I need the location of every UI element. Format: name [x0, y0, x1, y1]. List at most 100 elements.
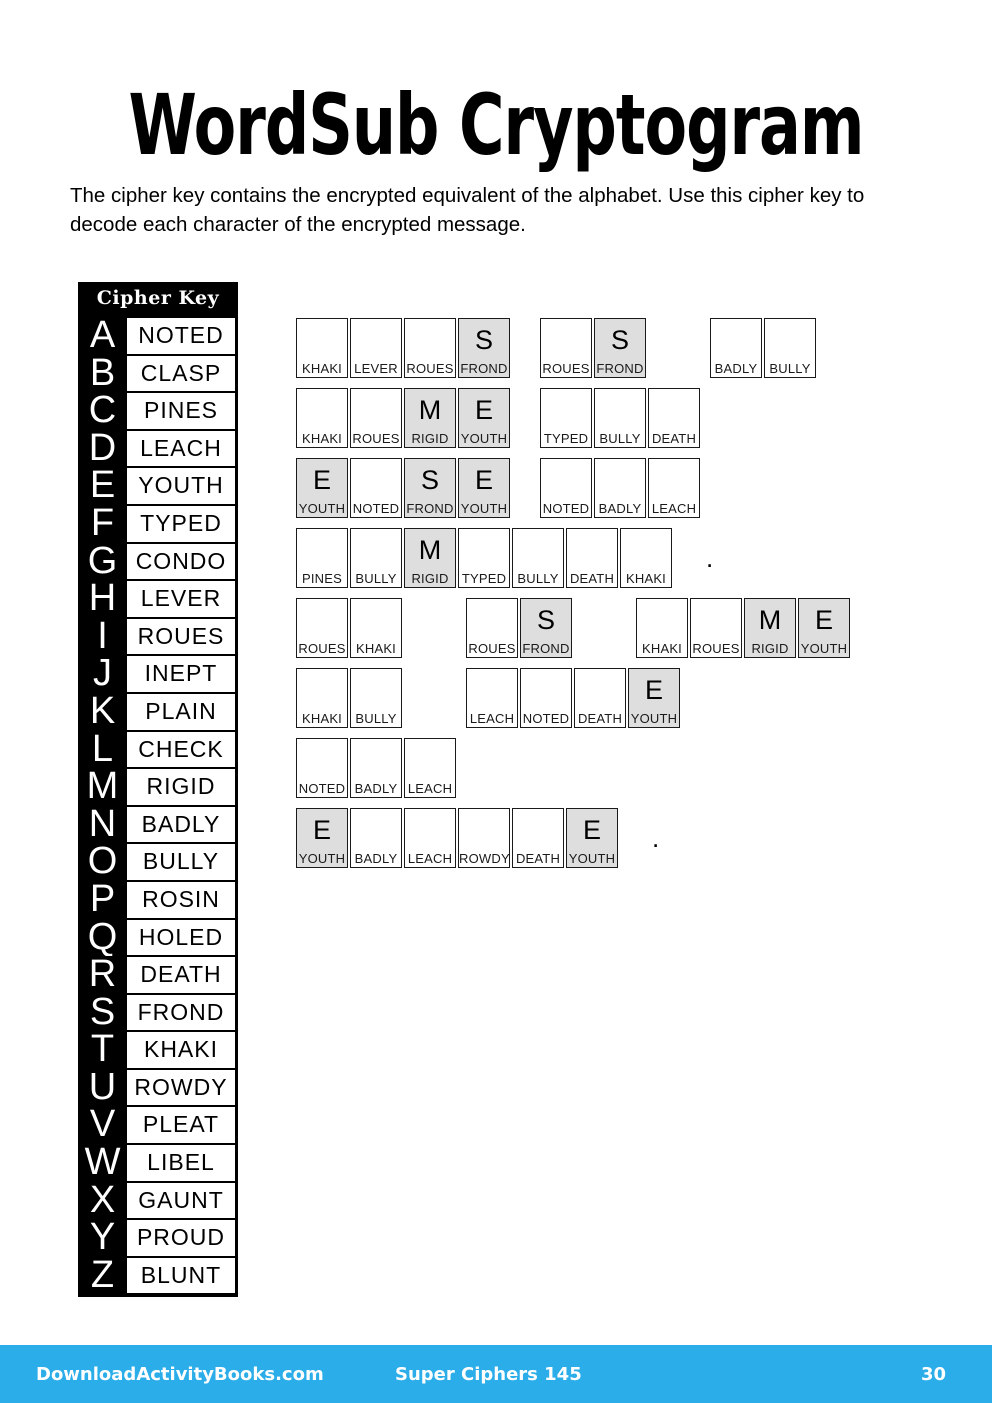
cell-cipher-word: ROUES — [298, 641, 346, 656]
cryptogram-cell[interactable]: S FROND — [520, 598, 572, 658]
cryptogram-cell[interactable]: LEVER — [350, 318, 402, 378]
cryptogram-cell[interactable]: BULLY — [594, 388, 646, 448]
cryptogram-cell[interactable]: M RIGID — [404, 388, 456, 448]
cryptogram-cell[interactable]: NOTED — [520, 668, 572, 728]
cell-cipher-word: LEACH — [407, 851, 453, 866]
cell-cipher-word: DEATH — [515, 851, 561, 866]
cryptogram-cell[interactable]: BULLY — [512, 528, 564, 588]
cipher-key-word: LEACH — [126, 429, 236, 468]
cryptogram-cell[interactable]: S FROND — [404, 458, 456, 518]
cryptogram-cell[interactable]: PINES — [296, 528, 348, 588]
cell-cipher-word: ROUES — [352, 431, 400, 446]
cryptogram-cell[interactable]: M RIGID — [744, 598, 796, 658]
cryptogram-cell[interactable]: ROUES — [296, 598, 348, 658]
cipher-key-word: RIGID — [126, 768, 236, 806]
cipher-key-row: E YOUTH — [78, 467, 238, 505]
cryptogram-cell[interactable]: KHAKI — [350, 598, 402, 658]
cryptogram-cell[interactable]: BADLY — [594, 458, 646, 518]
cipher-key-letter: U — [78, 1068, 126, 1107]
cryptogram-cell[interactable]: KHAKI — [296, 668, 348, 728]
cipher-key-letter: K — [78, 692, 126, 731]
cryptogram-cell[interactable]: DEATH — [648, 388, 700, 448]
cryptogram-row: ROUES KHAKI ROUES S FROND KHAKI ROUES M RIGID E YO… — [296, 598, 936, 668]
cell-cipher-word: RIGID — [411, 571, 449, 586]
cell-answer-letter: S — [420, 465, 439, 495]
cryptogram-row: KHAKI LEVER ROUES S FROND ROUES S FROND BADLY BUL… — [296, 318, 936, 388]
cryptogram-word: ROUES S FROND — [466, 598, 574, 658]
cipher-key-header: Cipher Key — [78, 282, 238, 315]
cryptogram-word: KHAKI LEVER ROUES S FROND — [296, 318, 512, 378]
cryptogram-cell[interactable]: BULLY — [350, 528, 402, 588]
cipher-key-letter: V — [78, 1106, 126, 1145]
cell-answer-letter: E — [582, 815, 601, 845]
cipher-key-row: I ROUES — [78, 617, 238, 656]
cryptogram-cell[interactable]: ROUES — [690, 598, 742, 658]
cryptogram-cell[interactable]: ROUES — [404, 318, 456, 378]
cipher-key-word: BLUNT — [126, 1256, 236, 1295]
cell-answer-letter: M — [758, 605, 782, 635]
cryptogram-cell[interactable]: NOTED — [350, 458, 402, 518]
cryptogram-cell[interactable]: KHAKI — [296, 318, 348, 378]
cryptogram-cell[interactable]: ROWDY — [458, 808, 510, 868]
cryptogram-cell[interactable]: KHAKI — [296, 388, 348, 448]
cipher-key-word: INEPT — [126, 655, 236, 693]
cryptogram-cell[interactable]: BADLY — [350, 808, 402, 868]
cryptogram-cell[interactable]: DEATH — [566, 528, 618, 588]
cipher-key-letter: G — [78, 542, 126, 581]
cryptogram-cell[interactable]: LEACH — [404, 808, 456, 868]
cryptogram-cell[interactable]: ROUES — [466, 598, 518, 658]
cryptogram-cell[interactable]: TYPED — [458, 528, 510, 588]
cryptogram-cell[interactable]: TYPED — [540, 388, 592, 448]
cryptogram-cell[interactable]: BULLY — [350, 668, 402, 728]
cell-answer-letter: E — [474, 395, 493, 425]
cryptogram-cell[interactable]: E YOUTH — [458, 388, 510, 448]
cipher-key-word: GAUNT — [126, 1181, 236, 1220]
cipher-key-letter: Y — [78, 1218, 126, 1257]
cipher-key-letter: D — [78, 429, 126, 468]
cipher-key-letter: F — [78, 504, 126, 543]
cryptogram-cell[interactable]: BULLY — [764, 318, 816, 378]
cryptogram-cell[interactable]: DEATH — [574, 668, 626, 728]
cryptogram-cell[interactable]: BADLY — [710, 318, 762, 378]
cryptogram-cell[interactable]: KHAKI — [636, 598, 688, 658]
cryptogram-cell[interactable]: KHAKI — [620, 528, 672, 588]
cryptogram-word: KHAKI BULLY — [296, 668, 404, 728]
cryptogram-word: NOTED BADLY LEACH — [540, 458, 702, 518]
cryptogram-cell[interactable]: M RIGID — [404, 528, 456, 588]
cell-answer-letter: S — [610, 325, 629, 355]
cryptogram-cell[interactable]: DEATH — [512, 808, 564, 868]
cell-cipher-word: TYPED — [461, 571, 507, 586]
cryptogram-cell[interactable]: ROUES — [540, 318, 592, 378]
cryptogram-word: ROUES S FROND — [540, 318, 648, 378]
cryptogram-cell[interactable]: E YOUTH — [458, 458, 510, 518]
cryptogram-cell[interactable]: S FROND — [458, 318, 510, 378]
cell-cipher-word: DEATH — [651, 431, 697, 446]
cryptogram-word: E YOUTH NOTED S FROND E YOUTH — [296, 458, 512, 518]
cell-cipher-word: RIGID — [751, 641, 789, 656]
footer-book-label: Super Ciphers 145 — [395, 1363, 582, 1385]
cipher-key-word: PLEAT — [126, 1106, 236, 1145]
cryptogram-cell[interactable]: LEACH — [466, 668, 518, 728]
cryptogram-cell[interactable]: LEACH — [404, 738, 456, 798]
cipher-key-row: S FROND — [78, 993, 238, 1032]
cryptogram-cell[interactable]: E YOUTH — [566, 808, 618, 868]
cipher-key-word: BULLY — [126, 843, 236, 881]
cipher-key-word: NOTED — [126, 317, 236, 355]
cipher-key-word: FROND — [126, 993, 236, 1032]
cell-cipher-word: KHAKI — [301, 361, 342, 376]
cipher-key-row: R DEATH — [78, 955, 238, 994]
cryptogram-cell[interactable]: E YOUTH — [296, 458, 348, 518]
cryptogram-cell[interactable]: E YOUTH — [798, 598, 850, 658]
cryptogram-cell[interactable]: NOTED — [296, 738, 348, 798]
cipher-key-letter: N — [78, 805, 126, 844]
cryptogram-cell[interactable]: BADLY — [350, 738, 402, 798]
cryptogram-cell[interactable]: NOTED — [540, 458, 592, 518]
cryptogram-cell[interactable]: S FROND — [594, 318, 646, 378]
cell-cipher-word: KHAKI — [625, 571, 666, 586]
cryptogram-cell[interactable]: E YOUTH — [628, 668, 680, 728]
cryptogram-cell[interactable]: LEACH — [648, 458, 700, 518]
cipher-key-letter: X — [78, 1181, 126, 1220]
cryptogram-cell[interactable]: ROUES — [350, 388, 402, 448]
cryptogram-cell[interactable]: E YOUTH — [296, 808, 348, 868]
cipher-key-row: A NOTED — [78, 316, 238, 355]
